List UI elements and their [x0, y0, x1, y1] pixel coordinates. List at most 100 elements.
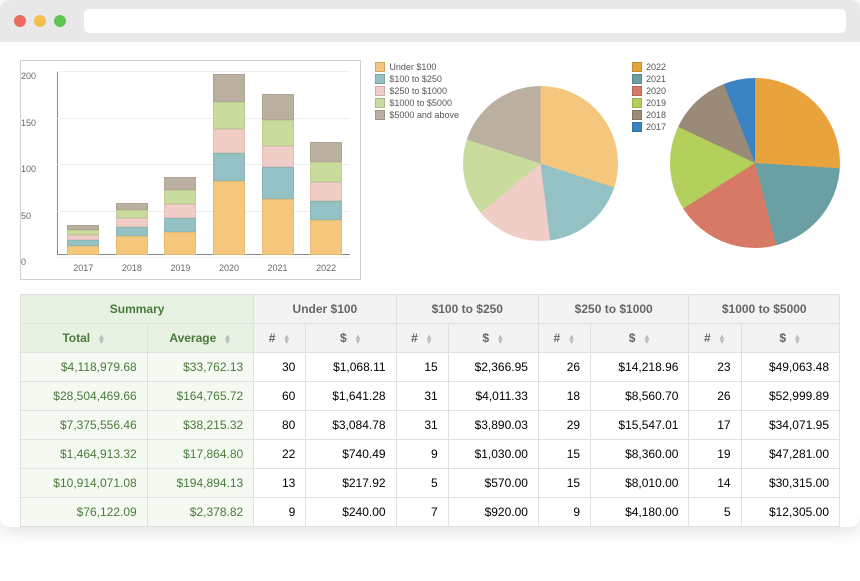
- cell-count: 29: [538, 411, 590, 440]
- sort-icon[interactable]: ▲▼: [496, 334, 504, 344]
- close-icon[interactable]: [14, 15, 26, 27]
- bar-segment: [262, 94, 294, 120]
- col-header[interactable]: Total ▲▼: [21, 324, 148, 353]
- sort-icon[interactable]: ▲▼: [224, 334, 232, 344]
- table-row: $28,504,469.66$164,765.7260$1,641.2831$4…: [21, 382, 840, 411]
- bar-column: [164, 177, 196, 255]
- cell-count: 9: [254, 498, 306, 527]
- x-tick-label: 2020: [219, 263, 239, 273]
- bar-segment: [213, 102, 245, 130]
- bar-segment: [262, 199, 294, 255]
- cell-amount: $15,547.01: [591, 411, 689, 440]
- legend-item: 2021: [632, 74, 666, 84]
- bar-segment: [262, 167, 294, 200]
- cell-amount: $52,999.89: [741, 382, 839, 411]
- cell-count: 5: [689, 498, 741, 527]
- col-header[interactable]: # ▲▼: [396, 324, 448, 353]
- x-tick-label: 2022: [316, 263, 336, 273]
- maximize-icon[interactable]: [54, 15, 66, 27]
- col-header[interactable]: # ▲▼: [254, 324, 306, 353]
- cell-count: 14: [689, 469, 741, 498]
- bar-column: [262, 94, 294, 255]
- legend-item: 2022: [632, 62, 666, 72]
- cell-count: 5: [396, 469, 448, 498]
- bar-segment: [164, 204, 196, 218]
- cell-count: 9: [538, 498, 590, 527]
- legend-item: 2019: [632, 98, 666, 108]
- table-row: $7,375,556.46$38,215.3280$3,084.7831$3,8…: [21, 411, 840, 440]
- sort-icon[interactable]: ▲▼: [793, 334, 801, 344]
- legend-item: $1000 to $5000: [375, 98, 459, 108]
- table-row: $76,122.09$2,378.829$240.007$920.009$4,1…: [21, 498, 840, 527]
- cell-count: 9: [396, 440, 448, 469]
- col-header[interactable]: $ ▲▼: [741, 324, 839, 353]
- bar-segment: [116, 236, 148, 255]
- col-group: $100 to $250: [396, 295, 538, 324]
- bar-segment: [164, 190, 196, 204]
- window-titlebar: [0, 0, 860, 42]
- bar-segment: [164, 232, 196, 255]
- cell-amount: $34,071.95: [741, 411, 839, 440]
- sort-icon[interactable]: ▲▼: [97, 334, 105, 344]
- legend-swatch-icon: [375, 74, 385, 84]
- cell-amount: $217.92: [306, 469, 396, 498]
- cell-count: 30: [254, 353, 306, 382]
- bar-segment: [213, 74, 245, 102]
- cell-average: $194,894.13: [147, 469, 253, 498]
- cell-amount: $12,305.00: [741, 498, 839, 527]
- legend-swatch-icon: [632, 74, 642, 84]
- cell-average: $17,864.80: [147, 440, 253, 469]
- cell-amount: $3,084.78: [306, 411, 396, 440]
- bar-column: [67, 225, 99, 255]
- pie-chart-buckets: Under $100$100 to $250$250 to $1000$1000…: [375, 60, 618, 280]
- cell-total: $76,122.09: [21, 498, 148, 527]
- cell-count: 15: [396, 353, 448, 382]
- col-header[interactable]: $ ▲▼: [448, 324, 538, 353]
- x-tick-label: 2019: [170, 263, 190, 273]
- col-header[interactable]: Average ▲▼: [147, 324, 253, 353]
- col-group: Under $100: [254, 295, 396, 324]
- cell-amount: $4,180.00: [591, 498, 689, 527]
- bar-segment: [310, 220, 342, 255]
- col-header[interactable]: # ▲▼: [689, 324, 741, 353]
- legend-swatch-icon: [632, 98, 642, 108]
- cell-amount: $1,641.28: [306, 382, 396, 411]
- cell-amount: $3,890.03: [448, 411, 538, 440]
- table-row: $4,118,979.68$33,762.1330$1,068.1115$2,3…: [21, 353, 840, 382]
- col-group: $1000 to $5000: [689, 295, 840, 324]
- cell-amount: $1,030.00: [448, 440, 538, 469]
- summary-table: SummaryUnder $100$100 to $250$250 to $10…: [20, 294, 840, 527]
- cell-count: 23: [689, 353, 741, 382]
- address-bar[interactable]: [84, 9, 846, 33]
- bar-segment: [310, 162, 342, 182]
- cell-count: 13: [254, 469, 306, 498]
- sort-icon[interactable]: ▲▼: [425, 334, 433, 344]
- col-header[interactable]: # ▲▼: [538, 324, 590, 353]
- bar-segment: [213, 181, 245, 255]
- cell-amount: $4,011.33: [448, 382, 538, 411]
- sort-icon[interactable]: ▲▼: [354, 334, 362, 344]
- col-header[interactable]: $ ▲▼: [306, 324, 396, 353]
- bar-segment: [67, 246, 99, 255]
- cell-count: 80: [254, 411, 306, 440]
- legend-label: $100 to $250: [389, 74, 442, 84]
- bar-segment: [310, 142, 342, 162]
- cell-amount: $1,068.11: [306, 353, 396, 382]
- cell-count: 26: [538, 353, 590, 382]
- sort-icon[interactable]: ▲▼: [283, 334, 291, 344]
- bar-segment: [116, 218, 148, 227]
- minimize-icon[interactable]: [34, 15, 46, 27]
- y-tick-label: 50: [21, 211, 31, 221]
- legend-label: 2019: [646, 98, 666, 108]
- sort-icon[interactable]: ▲▼: [643, 334, 651, 344]
- sort-icon[interactable]: ▲▼: [568, 334, 576, 344]
- legend-label: 2022: [646, 62, 666, 72]
- cell-amount: $8,360.00: [591, 440, 689, 469]
- legend-item: $250 to $1000: [375, 86, 459, 96]
- y-tick-label: 100: [21, 164, 36, 174]
- legend-swatch-icon: [632, 122, 642, 132]
- col-group: $250 to $1000: [538, 295, 688, 324]
- legend-label: 2021: [646, 74, 666, 84]
- sort-icon[interactable]: ▲▼: [718, 334, 726, 344]
- col-header[interactable]: $ ▲▼: [591, 324, 689, 353]
